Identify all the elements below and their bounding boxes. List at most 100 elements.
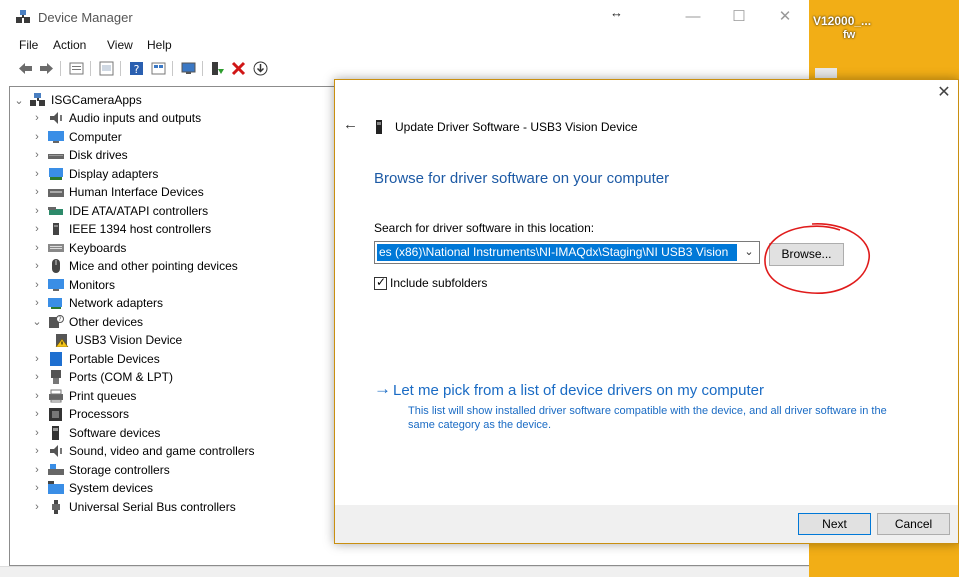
chevron-right-icon[interactable]: › [30, 444, 44, 458]
storage-controller-icon [48, 463, 64, 475]
tree-item-label: Storage controllers [69, 462, 170, 477]
desktop-icon-label-2[interactable]: fw [843, 29, 855, 41]
tree-item[interactable]: › Monitors [30, 276, 115, 294]
minimize-button[interactable]: — [670, 3, 716, 31]
include-subfolders-option[interactable]: ✓ Include subfolders [374, 275, 488, 290]
tree-item-label: Audio inputs and outputs [69, 111, 202, 125]
chevron-right-icon[interactable]: › [30, 407, 44, 421]
menu-action[interactable]: Action [53, 38, 86, 52]
tree-item-label: System devices [69, 481, 154, 495]
tree-item-label: Monitors [69, 277, 116, 292]
tree-item[interactable]: › IDE ATA/ATAPI controllers [30, 202, 208, 220]
chevron-right-icon[interactable]: › [30, 352, 44, 366]
tree-item-label: USB3 Vision Device [75, 333, 183, 347]
arrow-right-icon[interactable]: → [374, 379, 391, 399]
uninstall-icon[interactable] [230, 60, 247, 77]
title-bar[interactable]: Device Manager ↔ — ☐ ✕ [0, 0, 809, 34]
tree-item[interactable]: › Computer [30, 128, 122, 146]
speaker-icon [50, 112, 62, 124]
close-button[interactable]: ✕ [762, 3, 808, 31]
pick-from-list-link[interactable]: Let me pick from a list of device driver… [393, 382, 764, 399]
tree-item[interactable]: › Portable Devices [30, 350, 160, 368]
search-location-label: Search for driver software in this locat… [374, 221, 595, 235]
menu-help[interactable]: Help [147, 38, 172, 52]
chevron-right-icon[interactable]: › [30, 204, 44, 218]
tree-item[interactable]: › Network adapters [30, 294, 163, 312]
chevron-right-icon[interactable]: › [30, 111, 44, 125]
help-icon[interactable]: ? [128, 60, 145, 77]
ide-controller-icon [48, 206, 63, 215]
tree-item-label: Display adapters [69, 166, 159, 181]
tree-item[interactable]: › Keyboards [30, 239, 126, 257]
path-input[interactable] [377, 244, 737, 261]
chevron-right-icon[interactable]: › [30, 389, 44, 403]
tree-item[interactable]: › Universal Serial Bus controllers [30, 498, 236, 516]
chevron-right-icon[interactable]: › [30, 222, 44, 236]
desktop-icon[interactable] [815, 68, 837, 78]
include-subfolders-label: Include subfolders [390, 276, 488, 290]
chevron-right-icon[interactable]: › [30, 259, 44, 273]
usb-device-icon [376, 120, 382, 134]
chevron-right-icon[interactable]: › [30, 278, 44, 292]
printer-icon [49, 389, 63, 402]
chevron-right-icon[interactable]: › [30, 241, 44, 255]
path-combobox[interactable]: ⌄ [374, 241, 760, 264]
forward-arrow-icon[interactable] [38, 60, 55, 77]
tree-item[interactable]: › Processors [30, 405, 129, 423]
chevron-right-icon[interactable]: › [30, 500, 44, 514]
tree-item[interactable]: › Mice and other pointing devices [30, 257, 238, 275]
chevron-down-icon[interactable]: ⌄ [30, 315, 44, 329]
tree-item[interactable]: › Ports (COM & LPT) [30, 368, 173, 386]
chevron-right-icon[interactable]: › [30, 167, 44, 181]
back-arrow-icon[interactable] [17, 60, 34, 77]
chevron-right-icon[interactable]: › [30, 185, 44, 199]
tree-item[interactable]: › Human Interface Devices [30, 183, 204, 201]
cancel-button[interactable]: Cancel [877, 513, 950, 535]
network-adapter-icon [48, 298, 62, 309]
chevron-right-icon[interactable]: › [30, 463, 44, 477]
red-annotation-circle [764, 223, 870, 294]
chevron-right-icon[interactable]: › [30, 130, 44, 144]
device-manager-icon [16, 10, 30, 23]
chevron-right-icon[interactable]: › [30, 148, 44, 162]
resize-cursor-icon: ↔ [610, 5, 623, 20]
hid-icon [48, 189, 64, 197]
tree-item-label: Other devices [69, 314, 144, 329]
download-icon[interactable] [252, 60, 269, 77]
back-button[interactable]: ← [343, 116, 358, 133]
tree-item[interactable]: › Sound, video and game controllers [30, 442, 254, 460]
tree-item[interactable]: › Storage controllers [30, 461, 170, 479]
tree-item[interactable]: › IEEE 1394 host controllers [30, 220, 211, 238]
tree-item[interactable]: › Print queues [30, 387, 136, 405]
properties-icon[interactable] [68, 60, 85, 77]
menu-file[interactable]: File [19, 38, 38, 52]
chevron-right-icon[interactable]: › [30, 296, 44, 310]
ieee1394-icon [53, 223, 59, 235]
tree-item[interactable]: › Software devices [30, 424, 160, 442]
tree-item[interactable]: ⌄? Other devices [30, 313, 143, 331]
tree-item[interactable]: › Disk drives [30, 146, 128, 164]
include-subfolders-checkbox[interactable]: ✓ [374, 275, 387, 290]
show-hidden-icon[interactable] [98, 60, 115, 77]
tree-item[interactable]: › Audio inputs and outputs [30, 109, 201, 127]
chevron-down-icon[interactable]: ⌄ [12, 93, 26, 107]
dialog-close-button[interactable]: ✕ [932, 82, 956, 104]
tree-item[interactable]: › Display adapters [30, 165, 158, 183]
tree-item-label: Software devices [69, 425, 161, 440]
tree-item-label: Print queues [69, 388, 137, 403]
menu-view[interactable]: View [107, 38, 133, 52]
tree-root[interactable]: ⌄ ISGCameraApps [12, 91, 142, 109]
chevron-right-icon[interactable]: › [30, 426, 44, 440]
chevron-right-icon[interactable]: › [30, 370, 44, 384]
svg-text:?: ? [134, 63, 140, 76]
tree-item[interactable]: › System devices [30, 479, 153, 497]
chevron-down-icon[interactable]: ⌄ [739, 242, 759, 263]
maximize-button[interactable]: ☐ [716, 3, 762, 31]
view-icon[interactable] [150, 60, 167, 77]
chevron-right-icon[interactable]: › [30, 481, 44, 495]
desktop-icon-label[interactable]: V12000_... [813, 14, 871, 28]
tree-child-item[interactable]: USB3 Vision Device [50, 331, 182, 349]
next-button[interactable]: Next [798, 513, 871, 535]
monitor-icon[interactable] [180, 60, 197, 77]
update-driver-icon[interactable] [209, 60, 226, 77]
